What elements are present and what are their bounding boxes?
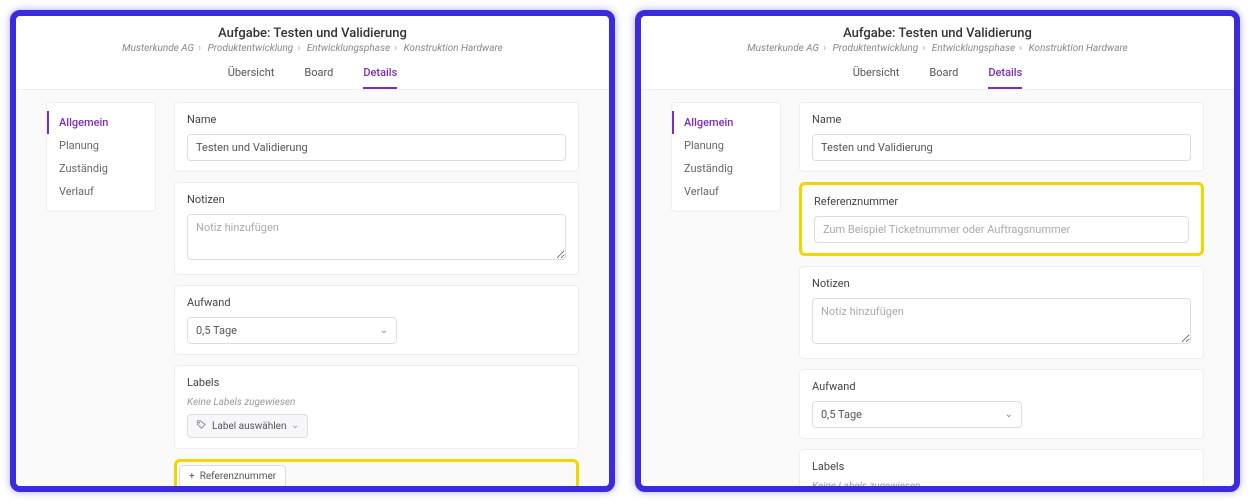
card-reference: Referenznummer	[799, 182, 1204, 256]
sidebar-item-zustaendig[interactable]: Zuständig	[47, 157, 155, 180]
chevron-down-icon: ⌄	[1005, 409, 1013, 420]
card-effort: Aufwand 0,5 Tage ⌄	[799, 369, 1204, 439]
main-column: Name Notizen Aufwand 0,5 Tage ⌄ Labels K…	[174, 102, 579, 474]
reference-input[interactable]	[814, 216, 1189, 243]
name-input[interactable]	[812, 134, 1191, 161]
label-effort: Aufwand	[187, 296, 566, 309]
page-title: Aufgabe: Testen und Validierung	[16, 26, 609, 41]
label-select-text: Label auswählen	[212, 421, 287, 432]
card-notes: Notizen	[174, 182, 579, 275]
sidebar: Allgemein Planung Zuständig Verlauf	[46, 102, 156, 212]
sidebar-item-allgemein[interactable]: Allgemein	[47, 111, 155, 134]
card-effort: Aufwand 0,5 Tage ⌄	[174, 285, 579, 355]
main-column: Name Referenznummer Notizen Aufwand 0,5 …	[799, 102, 1204, 474]
highlight-add-ref: + Referenznummer	[174, 459, 579, 486]
label-name: Name	[187, 113, 566, 126]
tabs: Übersicht Board Details	[16, 58, 609, 90]
labels-empty: Keine Labels zugewiesen	[812, 481, 1191, 486]
sidebar-item-planung[interactable]: Planung	[672, 134, 780, 157]
label-reference: Referenznummer	[814, 195, 1189, 208]
label-notes: Notizen	[812, 277, 1191, 290]
add-reference-button[interactable]: + Referenznummer	[179, 465, 286, 486]
label-name: Name	[812, 113, 1191, 126]
card-name: Name	[174, 102, 579, 172]
label-select-button[interactable]: Label auswählen ⌄	[187, 414, 308, 438]
notes-textarea[interactable]	[812, 298, 1191, 344]
header: Aufgabe: Testen und Validierung Musterku…	[16, 16, 609, 58]
tab-board[interactable]: Board	[929, 66, 958, 89]
tabs: Übersicht Board Details	[641, 58, 1234, 90]
card-notes: Notizen	[799, 266, 1204, 359]
name-input[interactable]	[187, 134, 566, 161]
effort-value: 0,5 Tage	[821, 408, 862, 421]
chevron-down-icon: ⌄	[380, 325, 388, 336]
effort-select[interactable]: 0,5 Tage ⌄	[187, 317, 397, 344]
sidebar: Allgemein Planung Zuständig Verlauf	[671, 102, 781, 212]
notes-textarea[interactable]	[187, 214, 566, 260]
page-title: Aufgabe: Testen und Validierung	[641, 26, 1234, 41]
effort-select[interactable]: 0,5 Tage ⌄	[812, 401, 1022, 428]
effort-value: 0,5 Tage	[196, 324, 237, 337]
content-body: Allgemein Planung Zuständig Verlauf Name…	[16, 90, 609, 486]
tab-overview[interactable]: Übersicht	[228, 66, 275, 89]
tag-icon	[196, 419, 207, 433]
label-labels: Labels	[187, 376, 566, 389]
breadcrumb[interactable]: Musterkunde AG› Produktentwicklung› Entw…	[16, 43, 609, 54]
sidebar-item-allgemein[interactable]: Allgemein	[672, 111, 780, 134]
tab-board[interactable]: Board	[304, 66, 333, 89]
chevron-down-icon: ⌄	[292, 421, 300, 431]
panel-after: Aufgabe: Testen und Validierung Musterku…	[635, 10, 1240, 492]
card-labels: Labels Keine Labels zugewiesen Label aus…	[174, 365, 579, 449]
labels-empty: Keine Labels zugewiesen	[187, 397, 566, 408]
label-effort: Aufwand	[812, 380, 1191, 393]
card-labels: Labels Keine Labels zugewiesen Label aus…	[799, 449, 1204, 486]
sidebar-item-planung[interactable]: Planung	[47, 134, 155, 157]
sidebar-item-verlauf[interactable]: Verlauf	[672, 180, 780, 203]
tab-overview[interactable]: Übersicht	[853, 66, 900, 89]
add-ref-label: Referenznummer	[200, 471, 276, 482]
label-labels: Labels	[812, 460, 1191, 473]
card-name: Name	[799, 102, 1204, 172]
breadcrumb[interactable]: Musterkunde AG› Produktentwicklung› Entw…	[641, 43, 1234, 54]
plus-icon: +	[189, 471, 195, 482]
tab-details[interactable]: Details	[363, 66, 397, 89]
label-notes: Notizen	[187, 193, 566, 206]
tab-details[interactable]: Details	[988, 66, 1022, 89]
panel-before: Aufgabe: Testen und Validierung Musterku…	[10, 10, 615, 492]
sidebar-item-verlauf[interactable]: Verlauf	[47, 180, 155, 203]
content-body: Allgemein Planung Zuständig Verlauf Name…	[641, 90, 1234, 486]
header: Aufgabe: Testen und Validierung Musterku…	[641, 16, 1234, 58]
sidebar-item-zustaendig[interactable]: Zuständig	[672, 157, 780, 180]
